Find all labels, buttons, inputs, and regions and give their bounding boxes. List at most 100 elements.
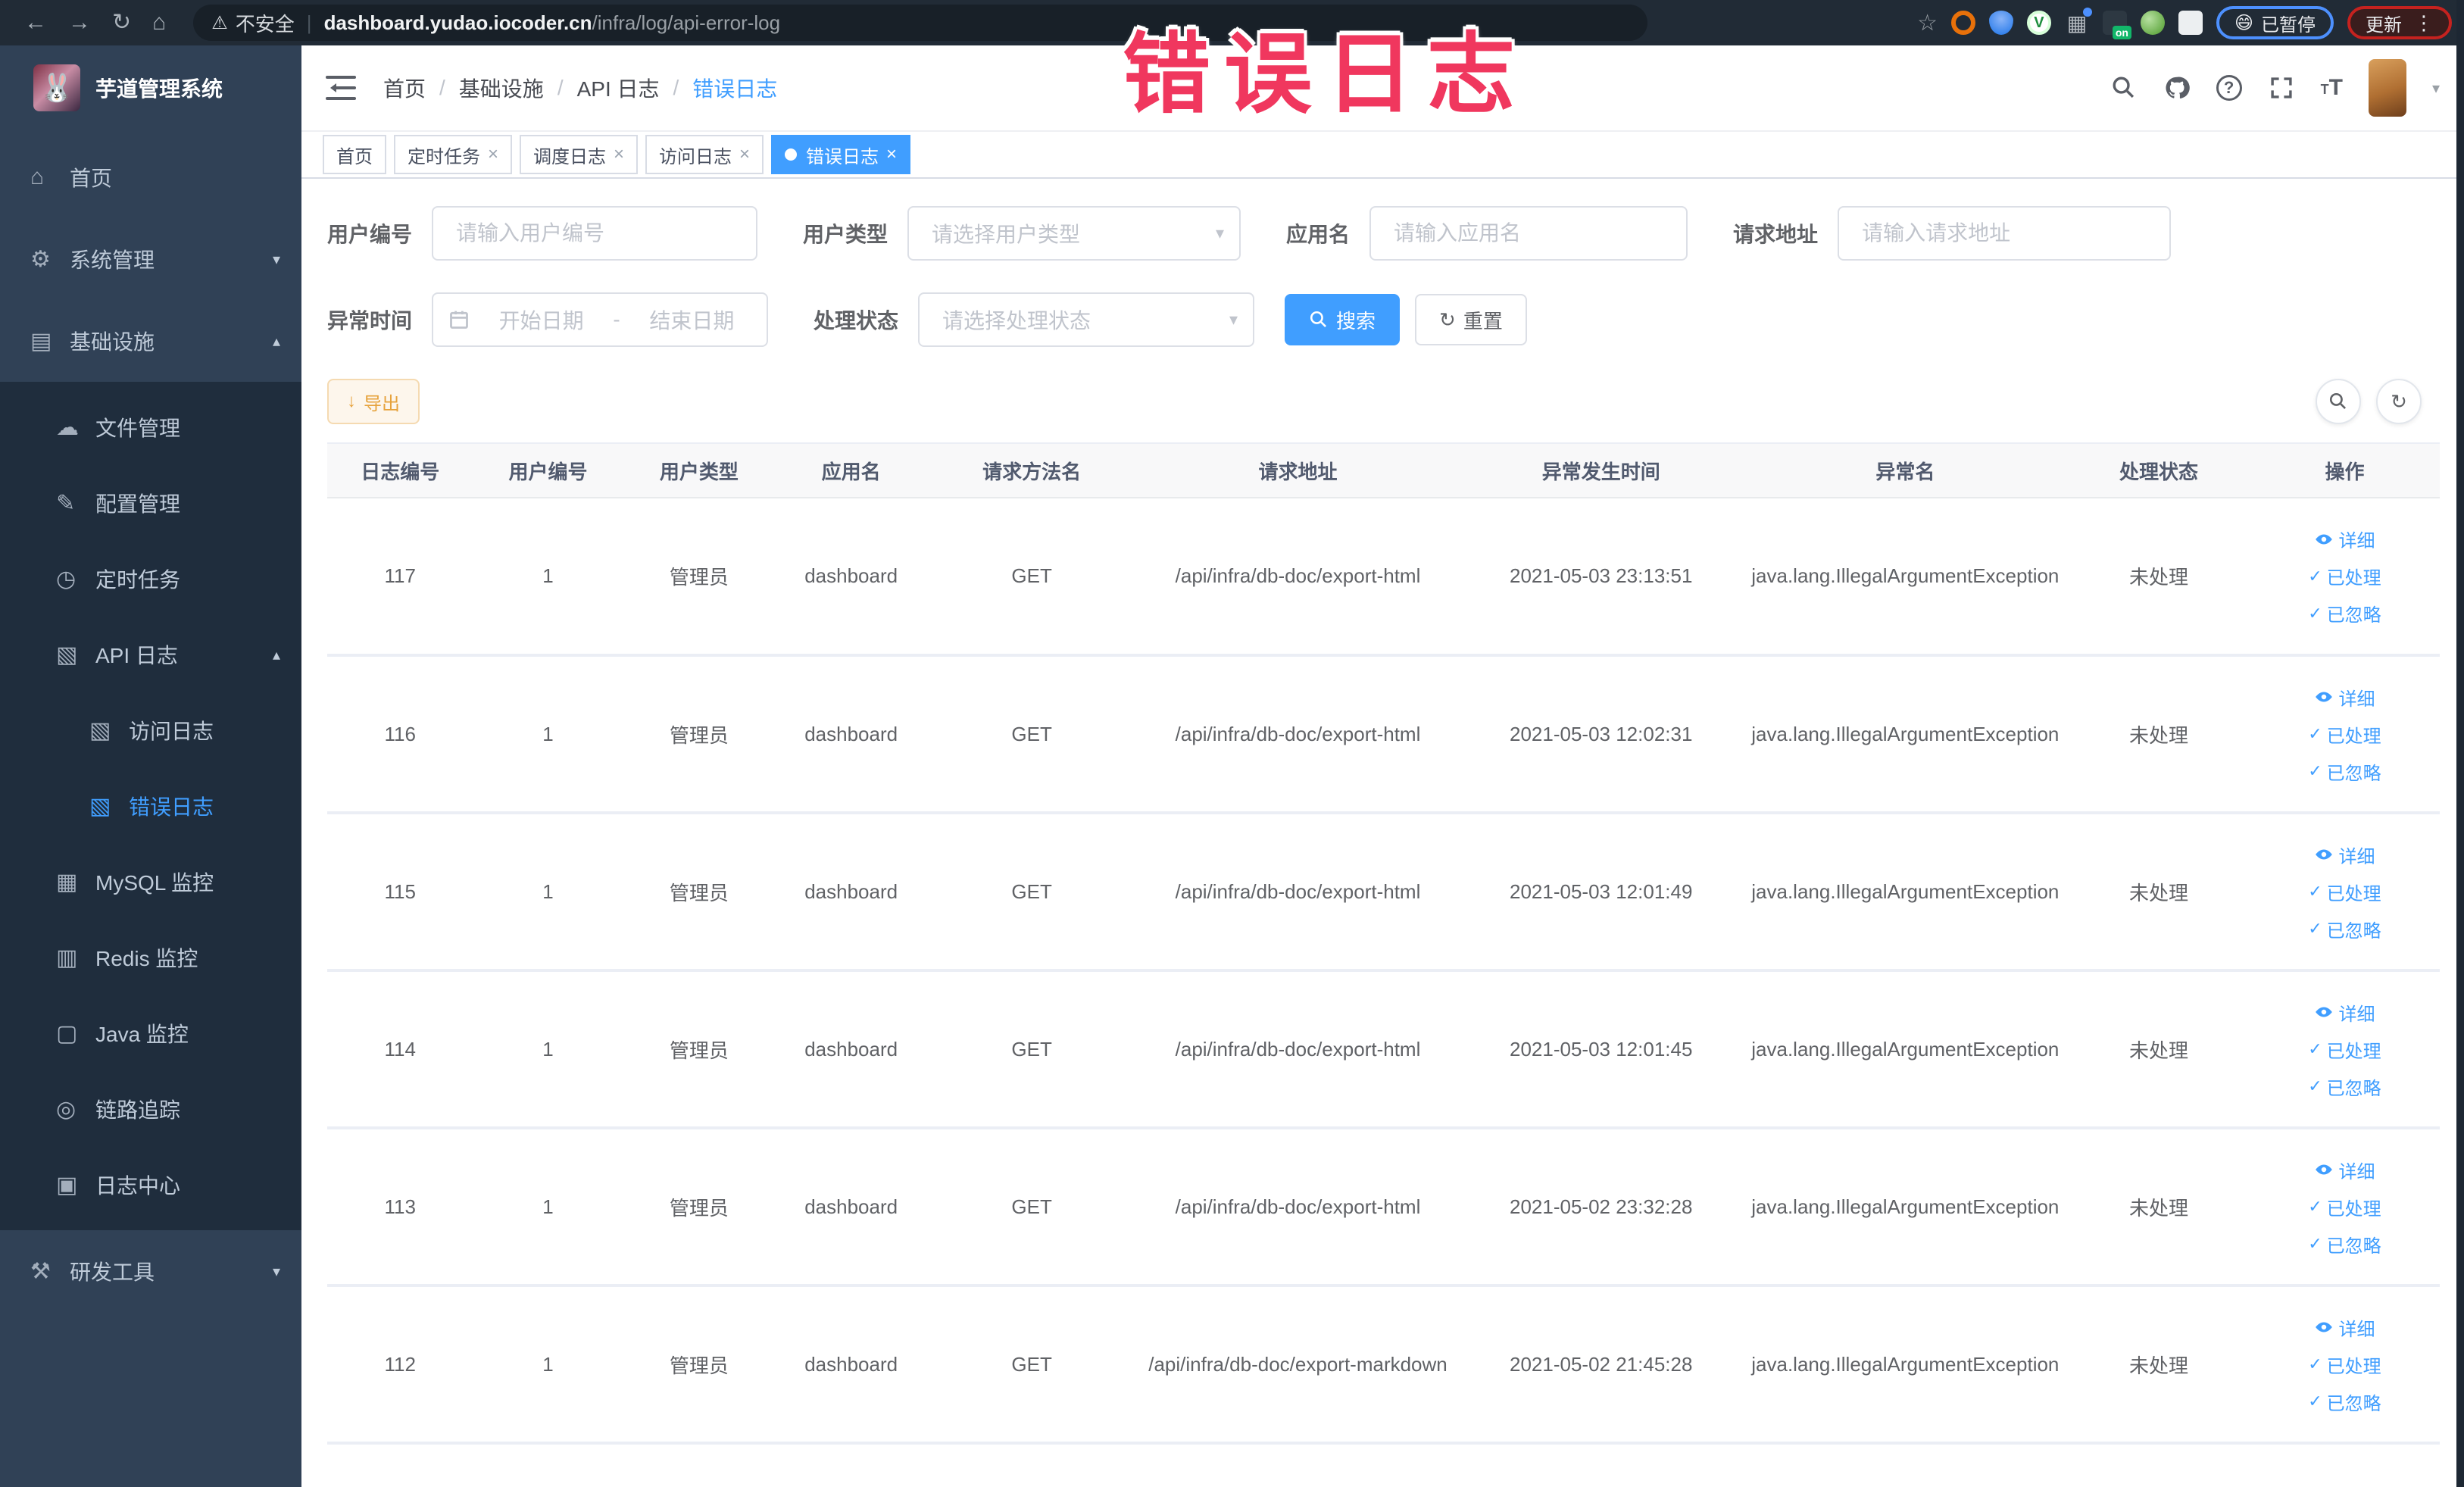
detail-link[interactable]: 详细 xyxy=(2314,999,2375,1026)
close-icon[interactable]: × xyxy=(739,144,750,165)
search-button[interactable]: 搜索 xyxy=(1285,294,1401,345)
omnibox-divider: | xyxy=(306,11,312,34)
extensions-puzzle-icon[interactable] xyxy=(2178,11,2203,35)
extension-icon-v[interactable]: V xyxy=(2026,11,2051,35)
browser-back-icon[interactable]: ← xyxy=(24,11,47,34)
start-date-placeholder[interactable]: 开始日期 xyxy=(482,305,601,335)
font-size-icon[interactable]: TT xyxy=(2321,77,2343,99)
github-icon[interactable] xyxy=(2163,74,2191,102)
detail-link[interactable]: 详细 xyxy=(2314,684,2375,711)
bookmark-star-icon[interactable]: ☆ xyxy=(1917,10,1938,36)
not-secure-warning-icon: ⚠ xyxy=(211,12,228,33)
extension-icon-leaf[interactable] xyxy=(2140,11,2165,35)
sidebar-item-infra[interactable]: ▤ 基础设施 ▴ xyxy=(0,300,301,382)
extension-icon-grid[interactable]: ▦ xyxy=(2065,8,2092,35)
sidebar-item-file-manage[interactable]: ☁ 文件管理 xyxy=(0,389,301,465)
extension-icon-orange[interactable] xyxy=(1950,11,1975,35)
sidebar-item-log-center[interactable]: ▣ 日志中心 xyxy=(0,1147,301,1223)
tab-scheduled-jobs[interactable]: 定时任务 × xyxy=(394,135,513,174)
edit-icon: ✎ xyxy=(56,490,76,516)
reset-button[interactable]: ↻ 重置 xyxy=(1415,294,1527,345)
sidebar-item-home[interactable]: ⌂ 首页 xyxy=(0,136,301,218)
browser-reload-icon[interactable]: ↻ xyxy=(112,11,131,34)
detail-link[interactable]: 详细 xyxy=(2314,842,2375,868)
breadcrumb-home[interactable]: 首页 xyxy=(383,73,426,103)
mark-ignored-link[interactable]: ✓ 已忽略 xyxy=(2308,600,2381,626)
app-title: 芋道管理系统 xyxy=(95,77,223,101)
browser-menu-kebab-icon[interactable]: ⋮ xyxy=(2414,11,2434,35)
chevron-down-icon: ▾ xyxy=(1229,310,1238,329)
mark-ignored-link[interactable]: ✓ 已忽略 xyxy=(2308,1389,2381,1415)
sidebar-item-redis-monitor[interactable]: ▥ Redis 监控 xyxy=(0,920,301,995)
help-icon[interactable]: ? xyxy=(2216,75,2242,101)
close-icon[interactable]: × xyxy=(886,144,897,165)
browser-update-button[interactable]: 更新 ⋮ xyxy=(2347,6,2452,39)
app-logo[interactable]: 🐰 芋道管理系统 xyxy=(0,45,301,130)
mark-processed-link[interactable]: ✓ 已处理 xyxy=(2308,879,2381,905)
process-status-select[interactable]: 请选择处理状态 ▾ xyxy=(918,292,1255,347)
breadcrumb-api-log[interactable]: API 日志 xyxy=(577,73,660,103)
sidebar-item-api-log[interactable]: ▧ API 日志 ▴ xyxy=(0,617,301,692)
browser-home-icon[interactable]: ⌂ xyxy=(152,11,166,34)
close-icon[interactable]: × xyxy=(488,144,498,165)
table-toolbar: ↓ 导出 ↻ xyxy=(327,379,2440,424)
detail-link[interactable]: 详细 xyxy=(2314,526,2375,552)
breadcrumb-infra[interactable]: 基础设施 xyxy=(459,73,544,103)
browser-scrollbar[interactable] xyxy=(2456,0,2464,1487)
end-date-placeholder[interactable]: 结束日期 xyxy=(632,305,751,335)
export-button[interactable]: ↓ 导出 xyxy=(327,379,420,424)
col-user-id: 用户编号 xyxy=(473,442,623,498)
mark-processed-link[interactable]: ✓ 已处理 xyxy=(2308,563,2381,589)
mark-processed-link[interactable]: ✓ 已处理 xyxy=(2308,721,2381,748)
fullscreen-icon[interactable] xyxy=(2268,74,2295,102)
avatar-caret-icon[interactable]: ▾ xyxy=(2432,79,2440,98)
address-bar[interactable]: ⚠ 不安全 | dashboard.yudao.iocoder.cn/infra… xyxy=(193,5,1648,41)
sidebar-item-error-log[interactable]: ▧ 错误日志 xyxy=(0,768,301,844)
not-secure-label[interactable]: 不安全 xyxy=(236,9,295,37)
sidebar-item-mysql-monitor[interactable]: ▦ MySQL 监控 xyxy=(0,844,301,920)
browser-toolbar: ← → ↻ ⌂ ⚠ 不安全 | dashboard.yudao.iocoder.… xyxy=(0,0,2464,45)
sidebar-item-config-manage[interactable]: ✎ 配置管理 xyxy=(0,465,301,541)
sidebar-item-java-monitor[interactable]: ▢ Java 监控 xyxy=(0,995,301,1071)
sidebar-item-trace[interactable]: ◎ 链路追踪 xyxy=(0,1071,301,1147)
toggle-search-button[interactable] xyxy=(2316,379,2361,424)
sidebar-collapse-icon[interactable] xyxy=(326,76,356,100)
exception-time-range-picker[interactable]: 开始日期 - 结束日期 xyxy=(432,292,769,347)
profile-paused-chip[interactable]: 😄 已暂停 xyxy=(2216,6,2334,39)
mark-processed-link[interactable]: ✓ 已处理 xyxy=(2308,1351,2381,1378)
mark-ignored-link[interactable]: ✓ 已忽略 xyxy=(2308,1231,2381,1257)
profile-emoji: 😄 xyxy=(2234,12,2253,33)
detail-link[interactable]: 详细 xyxy=(2314,1157,2375,1183)
extension-icon-switch[interactable]: on xyxy=(2102,11,2131,39)
sidebar-item-system[interactable]: ⚙ 系统管理 ▾ xyxy=(0,218,301,300)
sidebar-item-access-log[interactable]: ▧ 访问日志 xyxy=(0,692,301,768)
url-domain[interactable]: dashboard.yudao.iocoder.cn xyxy=(324,11,592,35)
avatar[interactable] xyxy=(2368,59,2406,117)
request-url-input[interactable] xyxy=(1838,206,2172,261)
app-name-input[interactable] xyxy=(1369,206,1688,261)
tab-access-log[interactable]: 访问日志 × xyxy=(645,135,764,174)
mark-ignored-link[interactable]: ✓ 已忽略 xyxy=(2308,758,2381,785)
url-path[interactable]: /infra/log/api-error-log xyxy=(592,11,781,35)
user-type-select[interactable]: 请选择用户类型 ▾ xyxy=(907,206,1241,261)
mark-ignored-link[interactable]: ✓ 已忽略 xyxy=(2308,916,2381,942)
tab-home[interactable]: 首页 xyxy=(323,135,386,174)
close-icon[interactable]: × xyxy=(614,144,624,165)
log-doc-icon: ▧ xyxy=(89,717,111,743)
extension-icon-shield[interactable] xyxy=(1988,11,2013,35)
mark-processed-link[interactable]: ✓ 已处理 xyxy=(2308,1194,2381,1220)
user-id-input[interactable] xyxy=(432,206,758,261)
tab-error-log[interactable]: 错误日志 × xyxy=(771,135,911,174)
status-badge: 未处理 xyxy=(2068,813,2250,972)
sidebar-item-scheduled-jobs[interactable]: ◷ 定时任务 xyxy=(0,541,301,617)
breadcrumb-separator: / xyxy=(439,76,445,99)
tab-schedule-log[interactable]: 调度日志 × xyxy=(520,135,639,174)
search-icon[interactable] xyxy=(2110,74,2138,102)
sidebar-item-dev-tools[interactable]: ⚒ 研发工具 ▾ xyxy=(0,1230,301,1312)
mark-ignored-link[interactable]: ✓ 已忽略 xyxy=(2308,1073,2381,1100)
check-icon: ✓ xyxy=(2308,1234,2322,1253)
detail-link[interactable]: 详细 xyxy=(2314,1314,2375,1341)
mark-processed-link[interactable]: ✓ 已处理 xyxy=(2308,1036,2381,1063)
refresh-table-button[interactable]: ↻ xyxy=(2376,379,2422,424)
browser-forward-icon[interactable]: → xyxy=(68,11,91,34)
